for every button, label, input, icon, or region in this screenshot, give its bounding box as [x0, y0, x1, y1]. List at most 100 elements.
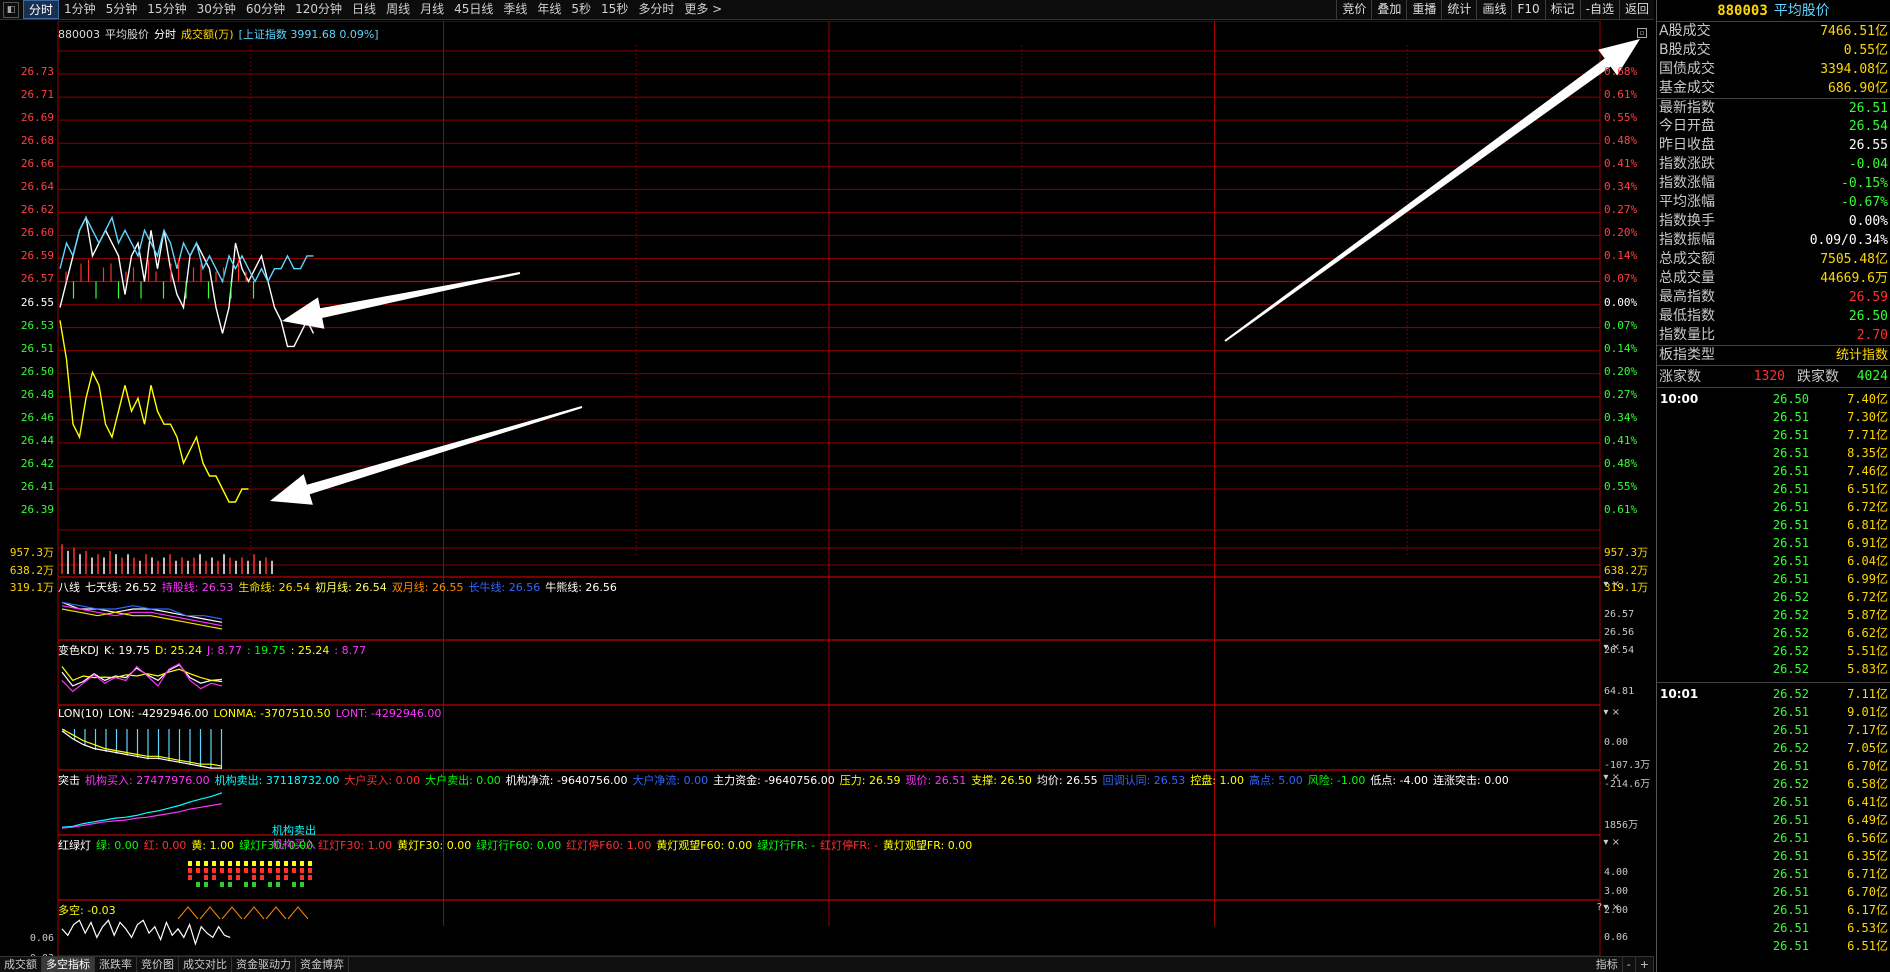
tick-amount: 6.41亿	[1847, 795, 1888, 809]
indicator-tab-0[interactable]: 成交额	[0, 957, 42, 972]
indicator-value: 黄灯观望FR: 0.00	[882, 839, 973, 852]
indicator-tab-5[interactable]: 资金驱动力	[232, 957, 296, 972]
price-axis-label: 26.60	[20, 226, 54, 240]
stat-value: 26.59	[1848, 290, 1888, 305]
tick-row: 26.51 8.35亿	[1657, 444, 1890, 462]
tick-row: 26.51 6.99亿	[1657, 570, 1890, 588]
tool-button-7[interactable]: -自选	[1579, 0, 1619, 20]
stat-label: 指数振幅	[1659, 232, 1715, 248]
traffic-light-cell	[204, 875, 208, 880]
period-tabs: 分时 1分钟 5分钟 15分钟 30分钟 60分钟 120分钟 日线 周线 月线 45日线 季线 年线 5…	[23, 0, 727, 19]
stat-label: 最低指数	[1659, 308, 1715, 324]
period-tab-1[interactable]: 1分钟	[59, 0, 101, 19]
traffic-light-cell	[244, 861, 248, 866]
traffic-light-cell	[212, 868, 216, 873]
period-tab-10[interactable]: 45日线	[449, 0, 498, 19]
price-axis-label: 26.48	[20, 387, 54, 401]
tick-row: 26.51 6.72亿	[1657, 498, 1890, 516]
tool-button-2[interactable]: 重播	[1406, 0, 1441, 20]
indicator-value: 回调认同: 26.53	[1102, 774, 1186, 787]
tick-row: 26.51 6.91亿	[1657, 534, 1890, 552]
stat-row: 指数换手 0.00%	[1657, 212, 1890, 231]
period-tab-5[interactable]: 60分钟	[241, 0, 290, 19]
period-tab-0[interactable]: 分时	[23, 0, 60, 19]
tick-row: 26.51 6.51亿	[1657, 937, 1890, 955]
pane-header-dk: 多空: -0.03	[58, 902, 121, 918]
tick-amount: 6.04亿	[1847, 554, 1888, 568]
period-tab-2[interactable]: 5分钟	[101, 0, 143, 19]
tool-button-4[interactable]: 画线	[1476, 0, 1511, 20]
stat-label: 今日开盘	[1659, 118, 1715, 134]
tool-button-3[interactable]: 统计	[1441, 0, 1476, 20]
quote-name: 平均股价	[1773, 3, 1830, 19]
indicator-tab-2[interactable]: 涨跌率	[95, 957, 137, 972]
indicator-axis-label: -107.3万	[1604, 760, 1651, 771]
tick-price: 26.51	[1772, 446, 1809, 460]
indicator-value: 双月线: 26.55	[391, 581, 464, 594]
stat-label: 指数涨跌	[1659, 156, 1715, 172]
board-type-row: 板指类型 统计指数	[1657, 345, 1890, 365]
pct-axis-label: 0.00%	[1604, 295, 1638, 309]
tick-amount: 7.05亿	[1847, 741, 1888, 755]
volume-axis-label: 319.1万	[9, 581, 54, 594]
period-tab-15[interactable]: 多分时	[633, 0, 679, 19]
tick-price: 26.52	[1772, 608, 1809, 622]
indicator-value: 高点: 5.00	[1249, 774, 1303, 787]
indicator-control-2[interactable]: +	[1636, 957, 1654, 972]
period-tab-3[interactable]: 15分钟	[142, 0, 191, 19]
period-tab-4[interactable]: 30分钟	[192, 0, 241, 19]
pane-close-icon[interactable]: ▾ ×	[1603, 642, 1620, 653]
menu-icon[interactable]: ◧	[3, 1, 19, 18]
period-tab-16[interactable]: 更多 >	[679, 0, 727, 19]
stat-row: A股成交 7466.51亿	[1657, 22, 1890, 41]
tick-price: 26.51	[1772, 885, 1809, 899]
tool-button-0[interactable]: 竞价	[1336, 0, 1371, 20]
indicator-value: 大户买入: 0.00	[344, 774, 421, 787]
indicator-tab-6[interactable]: 资金博弈	[296, 957, 349, 972]
indicator-axis-label: 0.06	[1604, 932, 1629, 943]
tick-list-1000: 10:00 26.50 7.40亿 26.51 7.30亿 26.51 7.71亿 26.51…	[1657, 387, 1890, 678]
tick-amount: 6.17亿	[1847, 903, 1888, 917]
up-count-label: 涨家数	[1659, 369, 1701, 385]
period-tab-11[interactable]: 季线	[498, 0, 532, 19]
pane-close-icon[interactable]: ▾ ×	[1603, 579, 1620, 590]
traffic-light-cell	[204, 868, 208, 873]
tool-button-1[interactable]: 叠加	[1371, 0, 1406, 20]
period-tab-8[interactable]: 周线	[381, 0, 415, 19]
indicator-control-1[interactable]: -	[1623, 957, 1636, 972]
pane-close-icon[interactable]: ▾ ×	[1603, 707, 1620, 718]
indicator-value: 多空: -0.03	[58, 904, 116, 917]
indicator-tab-3[interactable]: 竞价图	[137, 957, 179, 972]
traffic-light-cell	[284, 861, 288, 866]
traffic-light-cell	[292, 882, 296, 887]
tool-button-6[interactable]: 标记	[1544, 0, 1580, 20]
tool-button-5[interactable]: F10	[1511, 0, 1544, 20]
period-tab-9[interactable]: 月线	[415, 0, 449, 19]
period-tab-12[interactable]: 年线	[532, 0, 566, 19]
indicator-control-0[interactable]: 指标	[1592, 957, 1623, 972]
lon-line-1	[61, 728, 223, 767]
stat-row: 今日开盘 26.54	[1657, 117, 1890, 136]
indicator-tab-1[interactable]: 多空指标	[42, 957, 95, 972]
pane-close-icon[interactable]: ▾ ×	[1603, 902, 1620, 913]
pane-close-icon[interactable]: ▾ ×	[1603, 837, 1620, 848]
indicator-tab-4[interactable]: 成交对比	[179, 957, 232, 972]
traffic-light-cell	[252, 868, 256, 873]
pane-close-icon[interactable]: ▾ ×	[1603, 772, 1620, 783]
tick-row: 26.51 6.41亿	[1657, 793, 1890, 811]
period-tab-13[interactable]: 5秒	[566, 0, 596, 19]
stat-label: 昨日收盘	[1659, 137, 1715, 153]
period-tab-14[interactable]: 15秒	[596, 0, 633, 19]
pane-header-kdj: 变色KDJ K: 19.75 D: 25.24 J: 8.77: 19.75: 25.…	[58, 642, 371, 658]
traffic-light-cell	[260, 861, 264, 866]
tool-button-8[interactable]: 返回	[1618, 0, 1654, 20]
stat-value: 2.70	[1856, 328, 1888, 343]
help-icon[interactable]: ?	[1597, 902, 1602, 913]
traffic-light-cell	[212, 861, 216, 866]
period-tab-7[interactable]: 日线	[347, 0, 381, 19]
tick-row: 26.52 5.83亿	[1657, 660, 1890, 678]
tick-amount: 6.58亿	[1847, 777, 1888, 791]
tick-price: 26.51	[1772, 813, 1809, 827]
period-tab-6[interactable]: 120分钟	[290, 0, 347, 19]
indicator-value: 红灯停F60: 1.00	[566, 839, 652, 852]
